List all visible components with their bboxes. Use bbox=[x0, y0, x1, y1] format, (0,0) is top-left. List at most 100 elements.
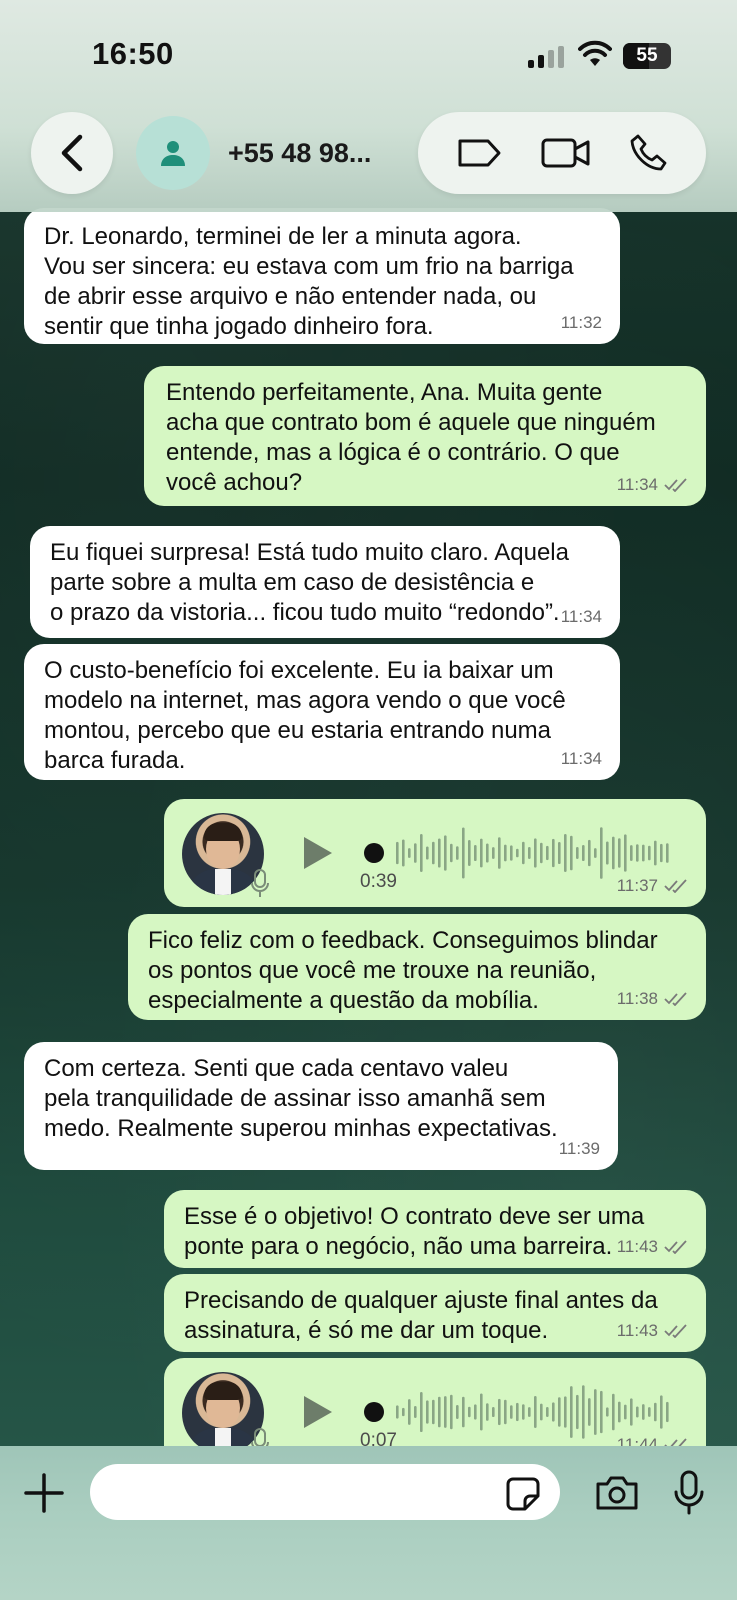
message-outgoing[interactable]: Esse é o objetivo! O contrato deve ser u… bbox=[164, 1190, 706, 1268]
avatar[interactable] bbox=[136, 116, 210, 190]
camera-icon[interactable] bbox=[594, 1474, 640, 1512]
waveform-bar bbox=[456, 846, 459, 860]
message-time: 11:32 bbox=[560, 313, 602, 332]
waveform-bar bbox=[456, 1405, 459, 1419]
waveform-bar bbox=[480, 1393, 483, 1431]
waveform-bar bbox=[594, 848, 597, 858]
waveform-bar bbox=[492, 847, 495, 859]
waveform-bar bbox=[624, 834, 627, 872]
message-text: Com certeza. Senti que cada centavo vale… bbox=[44, 1055, 558, 1142]
waveform-bar bbox=[528, 847, 531, 859]
message-incoming[interactable]: Eu fiquei surpresa! Está tudo muito clar… bbox=[30, 526, 620, 638]
waveform-bar bbox=[450, 1394, 453, 1430]
message-meta: 11:32 bbox=[561, 308, 602, 338]
voice-call-button[interactable] bbox=[629, 133, 669, 173]
waveform-bar bbox=[432, 1399, 435, 1425]
message-text: Precisando de qualquer ajuste final ante… bbox=[184, 1287, 658, 1344]
back-button[interactable] bbox=[31, 112, 113, 194]
message-text: Entendo perfeitamente, Ana. Muita gente … bbox=[166, 379, 656, 496]
waveform-bar bbox=[618, 1401, 621, 1423]
waveform-bar bbox=[606, 841, 609, 865]
waveform-bar bbox=[588, 839, 591, 867]
person-icon bbox=[161, 141, 185, 166]
waveform-bar bbox=[648, 1407, 651, 1417]
play-icon[interactable] bbox=[304, 837, 332, 869]
label-button[interactable] bbox=[455, 135, 503, 171]
waveform-bar bbox=[444, 835, 447, 871]
waveform-bar bbox=[588, 1398, 591, 1426]
message-time: 11:43 bbox=[616, 1321, 658, 1340]
waveform-bar bbox=[444, 1396, 447, 1428]
waveform-bar bbox=[570, 835, 573, 871]
waveform-bar bbox=[576, 847, 579, 859]
sticker-icon[interactable] bbox=[505, 1476, 541, 1512]
message-input[interactable] bbox=[90, 1464, 560, 1520]
message-incoming[interactable]: Com certeza. Senti que cada centavo vale… bbox=[24, 1042, 618, 1170]
waveform-bar bbox=[402, 839, 405, 867]
waveform-bar bbox=[642, 1404, 645, 1420]
waveform-bar bbox=[558, 1397, 561, 1427]
waveform-bar bbox=[408, 848, 411, 858]
video-call-button[interactable] bbox=[540, 135, 592, 171]
waveform-bar bbox=[552, 1402, 555, 1422]
waveform-bar bbox=[534, 838, 537, 868]
waveform-bar bbox=[462, 1396, 465, 1428]
waveform-bar bbox=[492, 1406, 495, 1418]
message-time: 11:37 bbox=[616, 876, 658, 895]
waveform-bar bbox=[564, 1396, 567, 1428]
waveform-bar bbox=[540, 1403, 543, 1421]
message-text: Fico feliz com o feedback. Conseguimos b… bbox=[148, 927, 658, 1014]
waveform-bar bbox=[546, 1407, 549, 1417]
message-meta: 11:38 bbox=[617, 984, 688, 1014]
waveform-bar bbox=[474, 844, 477, 862]
composer-bar bbox=[0, 1446, 737, 1600]
waveform-bar bbox=[468, 1406, 471, 1418]
header-actions bbox=[418, 112, 706, 194]
waveform-bar bbox=[582, 1385, 585, 1439]
message-outgoing[interactable]: Entendo perfeitamente, Ana. Muita gente … bbox=[144, 366, 706, 506]
waveform-bar bbox=[414, 1406, 417, 1418]
playback-scrubber[interactable] bbox=[364, 1402, 384, 1422]
waveform-bar bbox=[450, 843, 453, 863]
waveform-bar bbox=[582, 845, 585, 861]
message-meta: 11:37 bbox=[617, 871, 688, 901]
read-ticks-icon bbox=[664, 1240, 687, 1254]
waveform-bar bbox=[666, 843, 669, 863]
read-ticks-icon bbox=[664, 478, 687, 492]
waveform-bar bbox=[486, 843, 489, 863]
play-icon[interactable] bbox=[304, 1396, 332, 1428]
waveform-bar bbox=[522, 841, 525, 865]
contact-info[interactable]: +55 48 98... bbox=[136, 112, 396, 194]
mic-icon bbox=[251, 869, 269, 897]
message-incoming[interactable]: O custo-benefício foi excelente. Eu ia b… bbox=[24, 644, 620, 780]
message-text: Dr. Leonardo, terminei de ler a minuta a… bbox=[44, 223, 574, 340]
waveform-bar bbox=[660, 843, 663, 863]
waveform-bar bbox=[414, 843, 417, 863]
waveform-bar bbox=[462, 827, 465, 879]
waveform-bar bbox=[654, 1402, 657, 1422]
voice-message[interactable]: 0:39 11:37 bbox=[164, 799, 706, 907]
waveform-bar bbox=[402, 1407, 405, 1417]
waveform-bar bbox=[642, 844, 645, 862]
waveform-bar bbox=[420, 834, 423, 872]
status-time: 16:50 bbox=[92, 36, 174, 71]
waveform-bar bbox=[510, 1405, 513, 1419]
waveform-bar bbox=[540, 842, 543, 864]
waveform-bar bbox=[468, 840, 471, 866]
waveform-bar bbox=[408, 1399, 411, 1425]
microphone-icon[interactable] bbox=[672, 1470, 706, 1516]
plus-icon[interactable] bbox=[22, 1471, 66, 1515]
message-outgoing[interactable]: Fico feliz com o feedback. Conseguimos b… bbox=[128, 914, 706, 1020]
message-incoming[interactable]: Dr. Leonardo, terminei de ler a minuta a… bbox=[24, 208, 620, 344]
playback-scrubber[interactable] bbox=[364, 843, 384, 863]
message-meta: 11:34 bbox=[561, 744, 602, 774]
waveform-bar bbox=[396, 1405, 399, 1419]
waveform-bar bbox=[438, 1396, 441, 1428]
battery-icon: 55 bbox=[623, 43, 671, 69]
waveform-bar bbox=[546, 845, 549, 861]
read-ticks-icon bbox=[664, 879, 687, 893]
message-meta: 11:43 bbox=[617, 1316, 688, 1346]
video-call-icon bbox=[541, 138, 590, 168]
message-outgoing[interactable]: Precisando de qualquer ajuste final ante… bbox=[164, 1274, 706, 1352]
waveform-bar bbox=[474, 1404, 477, 1420]
